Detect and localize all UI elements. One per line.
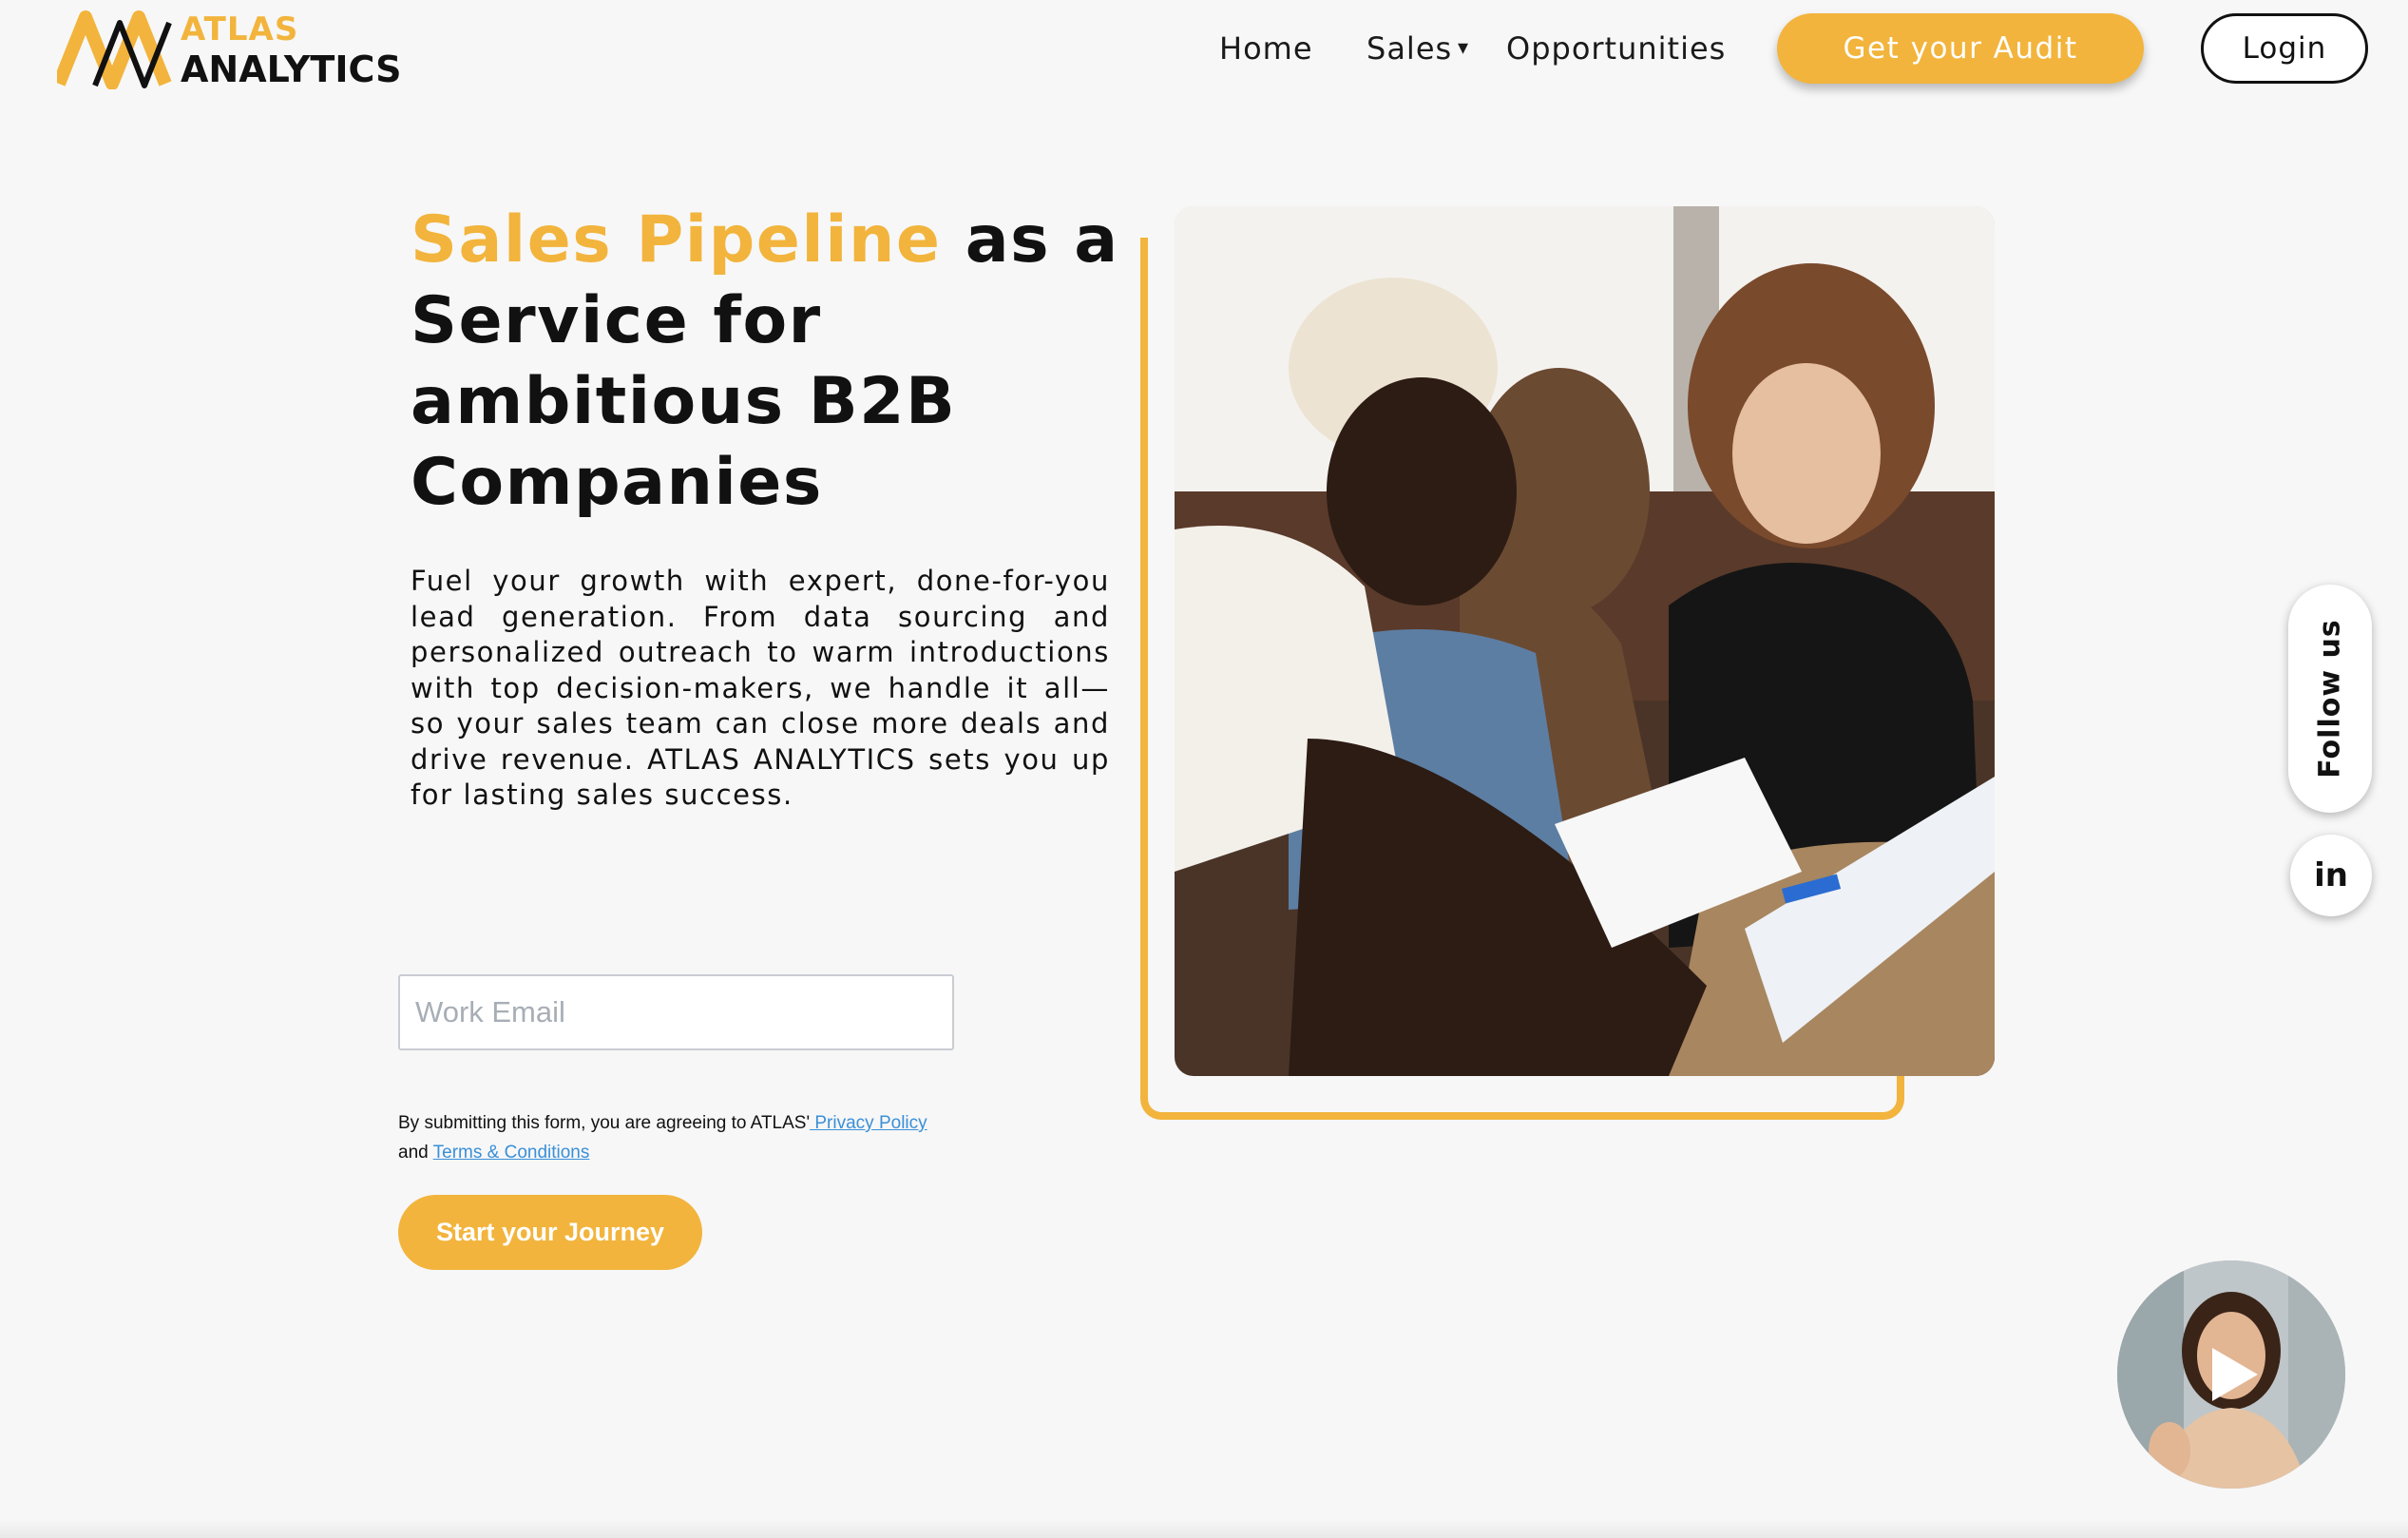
hero-photo [1175, 206, 1995, 1076]
terms-conditions-link[interactable]: Terms & Conditions [433, 1143, 590, 1163]
brand-wordmark: ATLAS ANALYTICS [181, 13, 401, 87]
nav-home-link[interactable]: Home [1219, 30, 1313, 67]
follow-us-pill[interactable]: Follow us [2288, 585, 2372, 813]
chevron-down-icon[interactable]: ▾ [1458, 36, 1468, 60]
login-button[interactable]: Login [2201, 13, 2368, 84]
consent-and: and [398, 1143, 433, 1163]
video-bubble[interactable] [2117, 1260, 2345, 1489]
privacy-policy-link[interactable]: Privacy Policy [810, 1113, 927, 1133]
hero-title: Sales Pipeline as a Service for ambitiou… [411, 200, 1133, 523]
hero-description: Fuel your growth with expert, done-for-y… [411, 565, 1110, 811]
brand-line1: ATLAS [181, 10, 299, 48]
landing-page: ATLAS ANALYTICS Home Sales ▾ Opportuniti… [0, 0, 2408, 1538]
atlas-mountain-logo-icon [57, 10, 172, 89]
linkedin-icon[interactable]: in [2290, 835, 2372, 916]
nav-opportunities-link[interactable]: Opportunities [1506, 30, 1726, 67]
consent-text: By submitting this form, you are agreein… [398, 1108, 1006, 1167]
consent-prefix: By submitting this form, you are agreein… [398, 1113, 811, 1133]
follow-us-label: Follow us [2313, 619, 2347, 779]
hero-title-accent: Sales Pipeline [411, 202, 942, 278]
work-email-input[interactable] [398, 974, 954, 1050]
nav-sales-link[interactable]: Sales [1366, 30, 1452, 67]
brand-line2: ANALYTICS [181, 48, 402, 90]
start-journey-button[interactable]: Start your Journey [398, 1195, 702, 1270]
page-bottom-shadow [0, 1519, 2408, 1538]
get-audit-button[interactable]: Get your Audit [1777, 13, 2144, 84]
brand-logo[interactable]: ATLAS ANALYTICS [57, 10, 401, 89]
